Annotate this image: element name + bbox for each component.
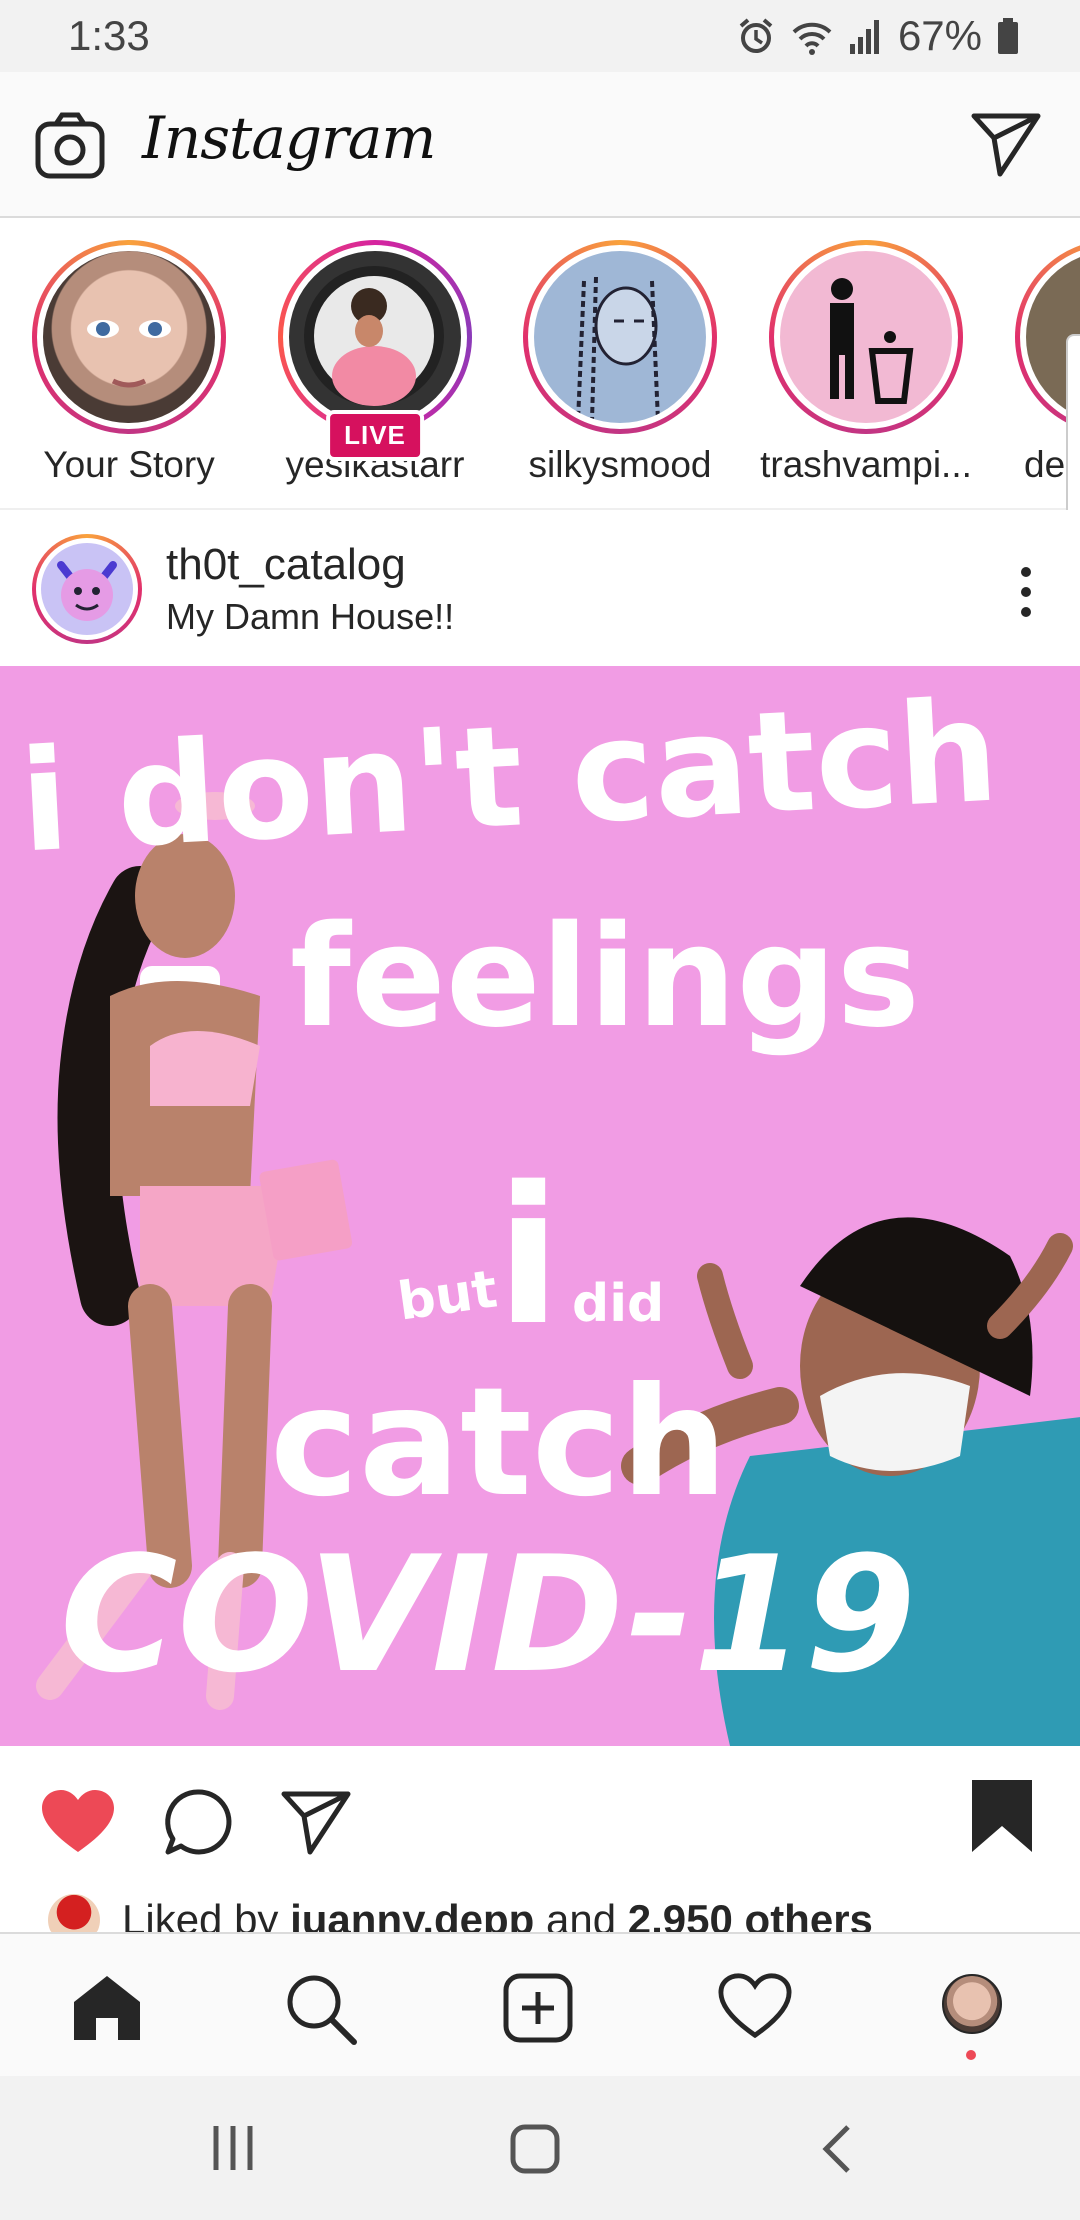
camera-icon[interactable]: [34, 110, 106, 187]
alarm-icon: [736, 16, 776, 56]
story-trashvampi[interactable]: trashvampi...: [756, 240, 976, 486]
story-your-story[interactable]: Your Story: [19, 240, 239, 486]
post-location[interactable]: My Damn House!!: [166, 596, 454, 638]
recent-apps-icon[interactable]: [210, 2124, 256, 2177]
meme-line-2: feelings: [290, 896, 920, 1059]
story-silkysmood[interactable]: silkysmood: [510, 240, 730, 486]
story-avatar: [289, 251, 461, 423]
meme-line-4: catch: [270, 1356, 728, 1530]
like-heart-icon[interactable]: [40, 1788, 116, 1861]
story-label: trashvampi...: [760, 444, 972, 485]
profile-avatar[interactable]: [942, 1974, 1002, 2034]
story-avatar: [43, 251, 215, 423]
post-header: th0t_catalog My Damn House!!: [0, 510, 1080, 666]
battery-percent: 67%: [897, 12, 982, 59]
signal-icon: [848, 16, 884, 56]
status-bar: 1:33 67%: [0, 0, 1080, 72]
meme-small-did: did: [572, 1274, 665, 1334]
home-button-icon[interactable]: [510, 2124, 560, 2179]
meme-line-5: COVID-19: [60, 1521, 916, 1708]
live-badge: LIVE: [326, 410, 424, 461]
battery-icon: [996, 16, 1020, 56]
post-image[interactable]: i don't catch feelings but i did catch C…: [0, 666, 1080, 1746]
story-label: Your Story: [43, 444, 215, 485]
notification-dot: [966, 2050, 976, 2060]
instagram-wordmark: Instagram: [142, 104, 436, 172]
activity-icon[interactable]: [718, 1972, 792, 2045]
status-time: 1:33: [68, 12, 150, 59]
meme-big-i: i: [496, 1146, 562, 1367]
wifi-icon: [790, 16, 834, 56]
bottom-navigation: [0, 1932, 1080, 2076]
system-navigation: [0, 2076, 1080, 2220]
post-author-avatar[interactable]: [32, 534, 142, 644]
status-icons: 67%: [736, 10, 1020, 62]
more-options-icon[interactable]: [1016, 564, 1036, 625]
story-avatar: [534, 251, 706, 423]
app-header: Instagram: [0, 72, 1080, 218]
share-icon[interactable]: [280, 1786, 352, 1863]
new-post-icon[interactable]: [502, 1972, 574, 2049]
comment-icon[interactable]: [162, 1786, 234, 1863]
stories-tray[interactable]: Your Story LIVE yesikastarr silkysmood t…: [0, 218, 1080, 510]
story-avatar: [780, 251, 952, 423]
home-icon[interactable]: [70, 1972, 144, 2047]
direct-message-icon[interactable]: [970, 108, 1042, 185]
search-icon[interactable]: [284, 1972, 358, 2051]
post-actions: Liked by juanny.depp and 2,950 others: [0, 1746, 1080, 1946]
saved-bookmark-icon[interactable]: [970, 1778, 1034, 1859]
post-username[interactable]: th0t_catalog: [166, 540, 406, 590]
back-icon[interactable]: [820, 2124, 852, 2179]
story-yesikastarr[interactable]: LIVE yesikastarr: [265, 240, 485, 486]
story-label: silkysmood: [528, 444, 712, 485]
